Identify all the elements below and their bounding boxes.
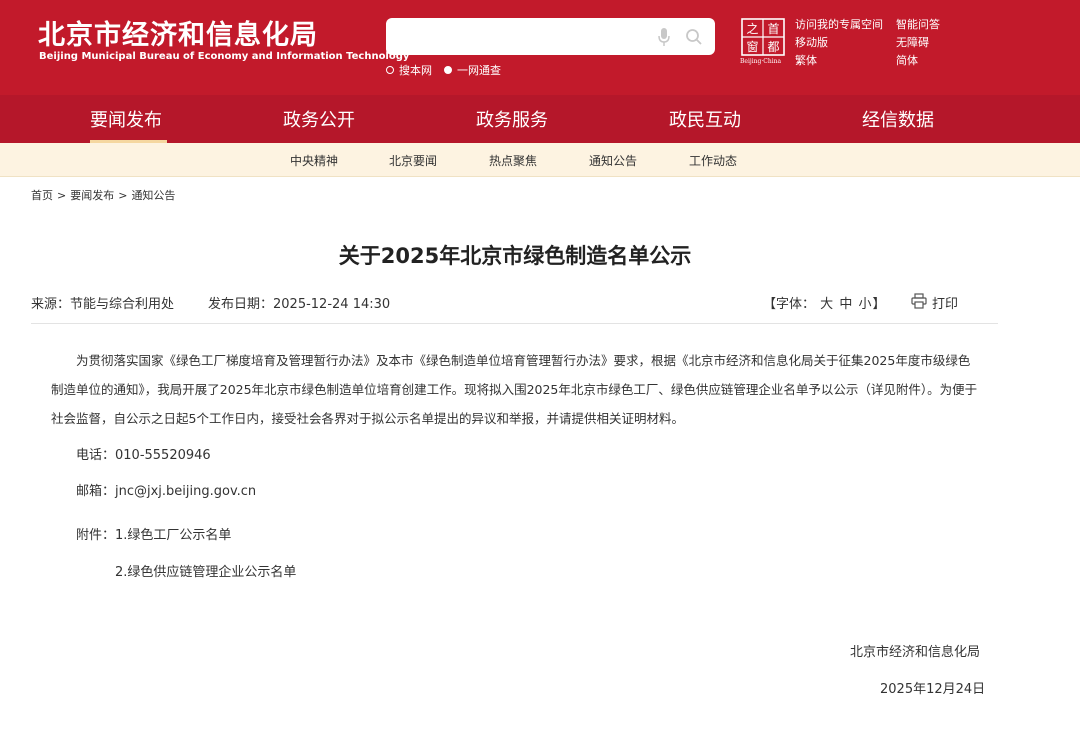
scope-option-portal[interactable]: 一网通查 [444, 62, 501, 78]
font-size-control: 【字体： 大 中 小】 [763, 297, 886, 312]
search-input[interactable] [396, 26, 650, 48]
capital-window-seal[interactable]: 之 首 都 窗 [741, 18, 785, 62]
traditional-chinese-link[interactable]: 繁体 [795, 52, 817, 68]
sub-nav-hot-topics[interactable]: 热点聚焦 [489, 152, 537, 169]
attachments-label: 附件： [76, 528, 116, 543]
sub-nav-central[interactable]: 中央精神 [290, 152, 338, 169]
search-icon[interactable] [685, 28, 703, 46]
main-nav-data[interactable]: 经信数据 [862, 106, 934, 132]
svg-text:都: 都 [767, 40, 779, 54]
sub-nav-beijing-news[interactable]: 北京要闻 [389, 152, 437, 169]
personal-space-link[interactable]: 访问我的专属空间 [795, 16, 883, 32]
article-source: 来源：节能与综合利用处 [31, 297, 175, 312]
simplified-chinese-link[interactable]: 简体 [896, 52, 918, 68]
breadcrumb-separator: > [57, 189, 67, 202]
search-box [386, 18, 715, 55]
smart-qa-link[interactable]: 智能问答 [896, 16, 940, 32]
svg-text:首: 首 [767, 22, 779, 36]
radio-unselected-icon [386, 66, 394, 74]
scope-option-site[interactable]: 搜本网 [386, 62, 432, 78]
attachments: 附件：1.绿色工厂公示名单 [76, 524, 231, 543]
main-nav-services[interactable]: 政务服务 [476, 106, 548, 132]
main-nav-interaction[interactable]: 政民互动 [669, 106, 741, 132]
breadcrumb: 首页 > 要闻发布 > 通知公告 [31, 187, 175, 203]
attachment-link-green-supply-chain[interactable]: 2.绿色供应链管理企业公示名单 [115, 561, 296, 580]
article-date: 发布日期：2025-12-24 14:30 [208, 297, 391, 312]
main-nav-news[interactable]: 要闻发布 [90, 106, 162, 132]
contact-email: 邮箱：jnc@jxj.beijing.gov.cn [76, 484, 257, 499]
sub-nav: 中央精神 北京要闻 热点聚焦 通知公告 工作动态 [0, 143, 1080, 177]
divider [31, 323, 998, 324]
breadcrumb-home[interactable]: 首页 [31, 189, 53, 202]
svg-text:窗: 窗 [746, 40, 758, 54]
microphone-icon[interactable] [658, 28, 670, 46]
breadcrumb-separator: > [118, 189, 128, 202]
site-header: 北京市经济和信息化局 Beijing Municipal Bureau of E… [0, 0, 1080, 95]
breadcrumb-notices[interactable]: 通知公告 [131, 189, 175, 202]
accessibility-link[interactable]: 无障碍 [896, 34, 929, 50]
font-size-medium[interactable]: 中 [839, 297, 852, 312]
article-body-paragraph: 为贯彻落实国家《绿色工厂梯度培育及管理暂行办法》及本市《绿色制造单位培育管理暂行… [51, 353, 978, 426]
font-size-small[interactable]: 小 [858, 297, 871, 312]
print-icon[interactable] [911, 293, 927, 309]
print-button[interactable]: 打印 [932, 293, 958, 312]
main-nav-public-affairs[interactable]: 政务公开 [283, 106, 355, 132]
font-size-large[interactable]: 大 [820, 297, 833, 312]
signature: 北京市经济和信息化局 [850, 645, 981, 660]
sub-nav-work-updates[interactable]: 工作动态 [689, 152, 737, 169]
svg-text:之: 之 [746, 22, 758, 36]
radio-selected-icon [444, 66, 452, 74]
main-nav: 要闻发布 政务公开 政务服务 政民互动 经信数据 [0, 95, 1080, 143]
breadcrumb-news[interactable]: 要闻发布 [70, 189, 114, 202]
site-logo-subtitle: Beijing Municipal Bureau of Economy and … [39, 51, 410, 62]
contact-phone: 电话：010-55520946 [76, 448, 211, 463]
article-title: 关于2025年北京市绿色制造名单公示 [338, 244, 692, 268]
signature-date: 2025年12月24日 [880, 682, 986, 697]
mobile-version-link[interactable]: 移动版 [795, 34, 828, 50]
site-logo-title[interactable]: 北京市经济和信息化局 [38, 13, 318, 52]
seal-caption: Beijing·China [740, 58, 782, 65]
attachment-link-green-factory[interactable]: 1.绿色工厂公示名单 [115, 528, 231, 543]
sub-nav-notices[interactable]: 通知公告 [589, 152, 637, 169]
